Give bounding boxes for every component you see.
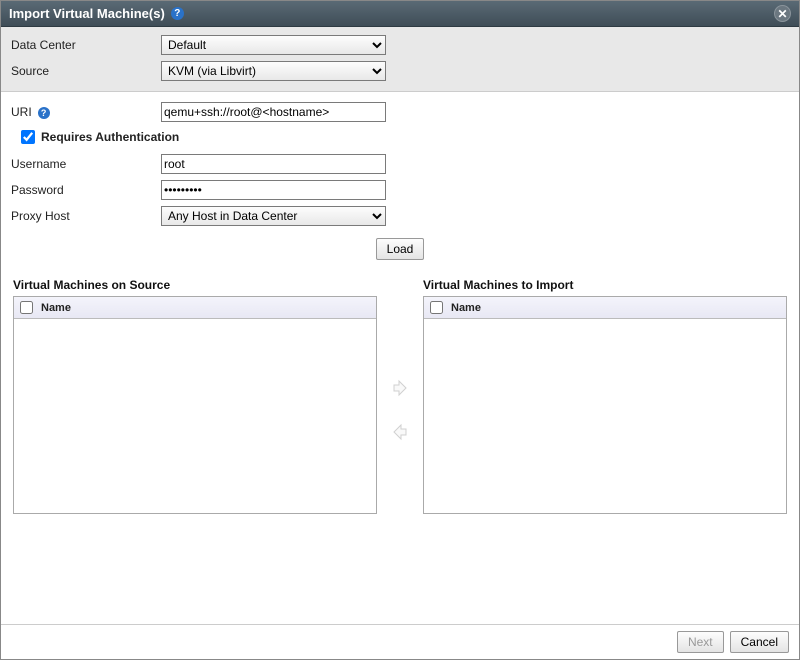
move-right-button[interactable] xyxy=(390,378,410,398)
uri-row: URI ? xyxy=(11,102,789,122)
password-input[interactable] xyxy=(161,180,386,200)
dialog-footer: Next Cancel xyxy=(1,624,799,659)
source-row: Source KVM (via Libvirt) xyxy=(11,61,789,81)
transfer-arrows xyxy=(377,278,423,442)
uri-input[interactable] xyxy=(161,102,386,122)
source-label: Source xyxy=(11,64,161,78)
import-list-box: Name xyxy=(423,296,787,514)
password-label: Password xyxy=(11,183,161,197)
source-select[interactable]: KVM (via Libvirt) xyxy=(161,61,386,81)
dialog-title: Import Virtual Machine(s) xyxy=(9,6,165,21)
move-left-button[interactable] xyxy=(390,422,410,442)
arrow-right-icon xyxy=(391,379,409,397)
requires-auth-checkbox[interactable] xyxy=(21,130,35,144)
titlebar: Import Virtual Machine(s) ? ✕ xyxy=(1,1,799,27)
lists-section: Virtual Machines on Source Name V xyxy=(1,278,799,514)
uri-label-text: URI xyxy=(11,105,32,119)
import-list-header: Name xyxy=(424,297,786,319)
password-row: Password xyxy=(11,180,789,200)
source-select-all-checkbox[interactable] xyxy=(20,301,33,314)
requires-auth-row: Requires Authentication xyxy=(21,130,789,144)
top-section: Data Center Default Source KVM (via Libv… xyxy=(1,27,799,92)
load-button-row: Load xyxy=(11,238,789,260)
source-list-title: Virtual Machines on Source xyxy=(13,278,377,292)
import-col-name: Name xyxy=(451,302,481,314)
cancel-button[interactable]: Cancel xyxy=(730,631,789,653)
data-center-label: Data Center xyxy=(11,38,161,52)
source-list-header: Name xyxy=(14,297,376,319)
connection-section: URI ? Requires Authentication Username P… xyxy=(1,92,799,278)
source-col-name: Name xyxy=(41,302,71,314)
username-label: Username xyxy=(11,157,161,171)
source-list-col: Virtual Machines on Source Name xyxy=(13,278,377,514)
proxy-host-label: Proxy Host xyxy=(11,209,161,223)
proxy-host-row: Proxy Host Any Host in Data Center xyxy=(11,206,789,226)
data-center-row: Data Center Default xyxy=(11,35,789,55)
close-icon[interactable]: ✕ xyxy=(774,5,791,22)
import-vm-dialog: Import Virtual Machine(s) ? ✕ Data Cente… xyxy=(0,0,800,660)
next-button[interactable]: Next xyxy=(677,631,724,653)
username-row: Username xyxy=(11,154,789,174)
requires-auth-label: Requires Authentication xyxy=(41,130,179,144)
import-list-title: Virtual Machines to Import xyxy=(423,278,787,292)
proxy-host-select[interactable]: Any Host in Data Center xyxy=(161,206,386,226)
uri-label: URI ? xyxy=(11,105,161,120)
import-select-all-checkbox[interactable] xyxy=(430,301,443,314)
help-icon[interactable]: ? xyxy=(171,7,184,20)
uri-help-icon[interactable]: ? xyxy=(38,105,50,120)
data-center-select[interactable]: Default xyxy=(161,35,386,55)
source-list-box: Name xyxy=(13,296,377,514)
import-list-col: Virtual Machines to Import Name xyxy=(423,278,787,514)
username-input[interactable] xyxy=(161,154,386,174)
arrow-left-icon xyxy=(391,423,409,441)
load-button[interactable]: Load xyxy=(376,238,425,260)
